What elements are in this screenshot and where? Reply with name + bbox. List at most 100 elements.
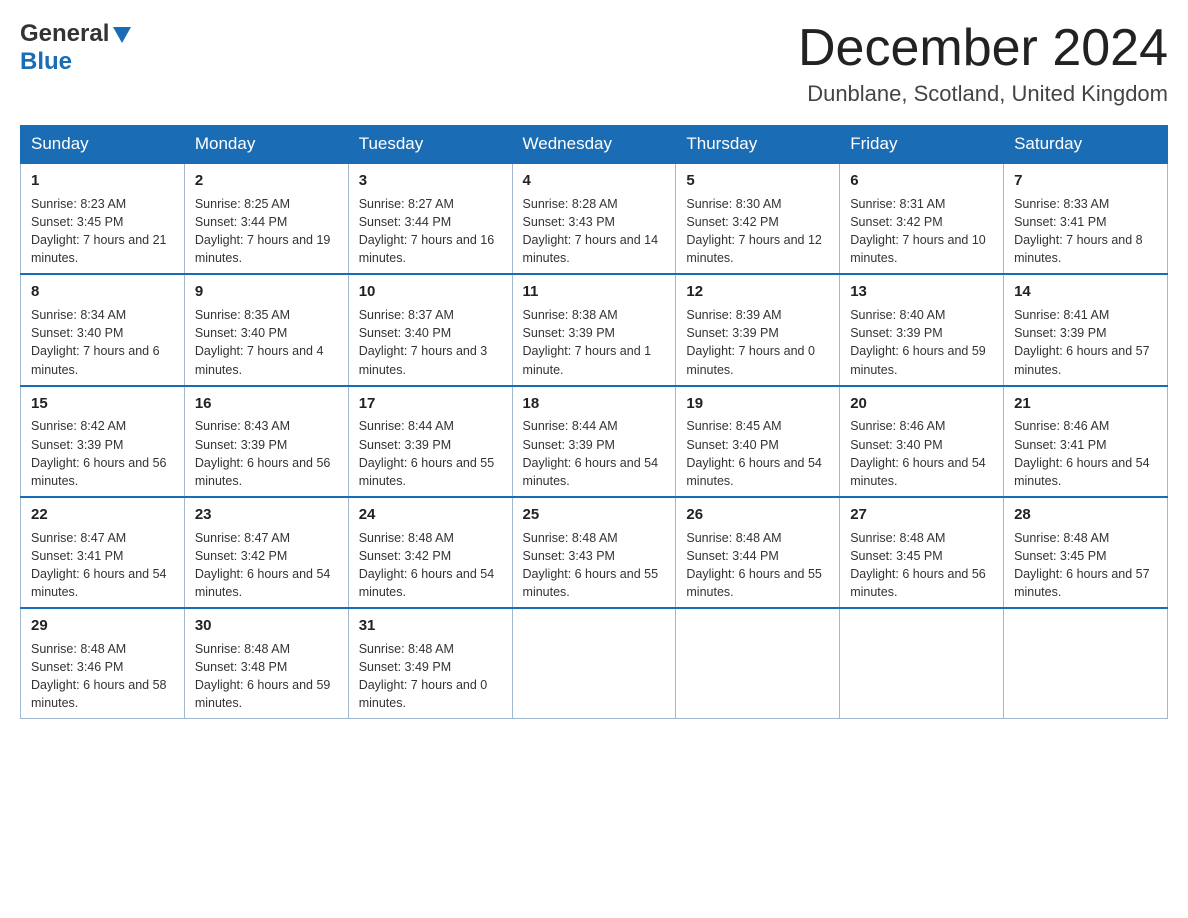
daylight-label: Daylight: 6 hours and 54 minutes. (1014, 456, 1150, 488)
daylight-label: Daylight: 6 hours and 54 minutes. (850, 456, 986, 488)
col-header-thursday: Thursday (676, 126, 840, 164)
calendar-cell: 21Sunrise: 8:46 AMSunset: 3:41 PMDayligh… (1004, 386, 1168, 497)
daylight-label: Daylight: 7 hours and 16 minutes. (359, 233, 495, 265)
sunrise-label: Sunrise: 8:48 AM (359, 531, 454, 545)
day-number: 11 (523, 281, 666, 303)
daylight-label: Daylight: 7 hours and 0 minutes. (359, 678, 488, 710)
daylight-label: Daylight: 7 hours and 10 minutes. (850, 233, 986, 265)
sunrise-label: Sunrise: 8:48 AM (686, 531, 781, 545)
page-header: General Blue December 2024 Dunblane, Sco… (20, 20, 1168, 107)
sunset-label: Sunset: 3:43 PM (523, 549, 615, 563)
day-number: 9 (195, 281, 338, 303)
sunset-label: Sunset: 3:39 PM (523, 326, 615, 340)
calendar-cell: 18Sunrise: 8:44 AMSunset: 3:39 PMDayligh… (512, 386, 676, 497)
calendar-cell: 15Sunrise: 8:42 AMSunset: 3:39 PMDayligh… (21, 386, 185, 497)
calendar-cell: 9Sunrise: 8:35 AMSunset: 3:40 PMDaylight… (184, 274, 348, 385)
sunset-label: Sunset: 3:44 PM (686, 549, 778, 563)
day-number: 1 (31, 170, 174, 192)
calendar-cell (676, 608, 840, 719)
daylight-label: Daylight: 6 hours and 54 minutes. (686, 456, 822, 488)
sunrise-label: Sunrise: 8:25 AM (195, 197, 290, 211)
daylight-label: Daylight: 6 hours and 54 minutes. (359, 567, 495, 599)
day-number: 8 (31, 281, 174, 303)
calendar-cell: 4Sunrise: 8:28 AMSunset: 3:43 PMDaylight… (512, 163, 676, 274)
calendar-cell: 29Sunrise: 8:48 AMSunset: 3:46 PMDayligh… (21, 608, 185, 719)
sunrise-label: Sunrise: 8:47 AM (195, 531, 290, 545)
daylight-label: Daylight: 7 hours and 0 minutes. (686, 344, 815, 376)
calendar-cell: 28 Sunrise: 8:48 AM Sunset: 3:45 PM Dayligh… (1004, 497, 1168, 608)
calendar-cell: 13Sunrise: 8:40 AMSunset: 3:39 PMDayligh… (840, 274, 1004, 385)
calendar-cell: 1Sunrise: 8:23 AMSunset: 3:45 PMDaylight… (21, 163, 185, 274)
day-number: 29 (31, 615, 174, 637)
daylight-label: Daylight: 7 hours and 3 minutes. (359, 344, 488, 376)
daylight-label: Daylight: 6 hours and 59 minutes. (195, 678, 331, 710)
week-row-1: 1Sunrise: 8:23 AMSunset: 3:45 PMDaylight… (21, 163, 1168, 274)
daylight-label: Daylight: 6 hours and 57 minutes. (1014, 567, 1150, 599)
calendar-cell (512, 608, 676, 719)
sunrise-label: Sunrise: 8:44 AM (359, 419, 454, 433)
sunrise-label: Sunrise: 8:42 AM (31, 419, 126, 433)
day-number: 16 (195, 393, 338, 415)
calendar-cell: 26Sunrise: 8:48 AMSunset: 3:44 PMDayligh… (676, 497, 840, 608)
month-title: December 2024 (798, 20, 1168, 77)
day-number: 23 (195, 504, 338, 526)
calendar-cell: 17Sunrise: 8:44 AMSunset: 3:39 PMDayligh… (348, 386, 512, 497)
sunset-label: Sunset: 3:41 PM (31, 549, 123, 563)
sunset-label: Sunset: 3:41 PM (1014, 215, 1106, 229)
daylight-label: Daylight: 6 hours and 54 minutes. (523, 456, 659, 488)
sunrise-label: Sunrise: 8:46 AM (1014, 419, 1109, 433)
week-row-4: 22 Sunrise: 8:47 AM Sunset: 3:41 PM Dayligh… (21, 497, 1168, 608)
logo: General Blue (20, 20, 133, 76)
sunrise-label: Sunrise: 8:39 AM (686, 308, 781, 322)
calendar-cell: 31Sunrise: 8:48 AMSunset: 3:49 PMDayligh… (348, 608, 512, 719)
sunset-label: Sunset: 3:45 PM (1014, 549, 1106, 563)
location-text: Dunblane, Scotland, United Kingdom (798, 81, 1168, 107)
logo-triangle-icon (111, 23, 133, 45)
week-row-5: 29Sunrise: 8:48 AMSunset: 3:46 PMDayligh… (21, 608, 1168, 719)
day-number: 6 (850, 170, 993, 192)
daylight-label: Daylight: 6 hours and 58 minutes. (31, 678, 167, 710)
sunrise-label: Sunrise: 8:43 AM (195, 419, 290, 433)
day-number: 26 (686, 504, 829, 526)
sunset-label: Sunset: 3:44 PM (359, 215, 451, 229)
day-number: 21 (1014, 393, 1157, 415)
calendar-cell: 14Sunrise: 8:41 AMSunset: 3:39 PMDayligh… (1004, 274, 1168, 385)
days-header-row: SundayMondayTuesdayWednesdayThursdayFrid… (21, 126, 1168, 164)
calendar-table: SundayMondayTuesdayWednesdayThursdayFrid… (20, 125, 1168, 719)
calendar-cell: 25Sunrise: 8:48 AMSunset: 3:43 PMDayligh… (512, 497, 676, 608)
day-number: 3 (359, 170, 502, 192)
sunrise-label: Sunrise: 8:34 AM (31, 308, 126, 322)
calendar-cell: 27Sunrise: 8:48 AMSunset: 3:45 PMDayligh… (840, 497, 1004, 608)
day-number: 28 (1014, 504, 1157, 526)
sunrise-label: Sunrise: 8:38 AM (523, 308, 618, 322)
sunset-label: Sunset: 3:45 PM (850, 549, 942, 563)
col-header-wednesday: Wednesday (512, 126, 676, 164)
daylight-label: Daylight: 7 hours and 21 minutes. (31, 233, 167, 265)
day-number: 31 (359, 615, 502, 637)
sunset-label: Sunset: 3:42 PM (850, 215, 942, 229)
calendar-cell: 10Sunrise: 8:37 AMSunset: 3:40 PMDayligh… (348, 274, 512, 385)
sunrise-label: Sunrise: 8:47 AM (31, 531, 126, 545)
sunrise-label: Sunrise: 8:45 AM (686, 419, 781, 433)
sunrise-label: Sunrise: 8:48 AM (1014, 531, 1109, 545)
sunset-label: Sunset: 3:48 PM (195, 660, 287, 674)
daylight-label: Daylight: 6 hours and 54 minutes. (195, 567, 331, 599)
sunrise-label: Sunrise: 8:48 AM (31, 642, 126, 656)
col-header-saturday: Saturday (1004, 126, 1168, 164)
sunrise-label: Sunrise: 8:48 AM (850, 531, 945, 545)
sunset-label: Sunset: 3:40 PM (850, 438, 942, 452)
sunset-label: Sunset: 3:39 PM (31, 438, 123, 452)
sunrise-label: Sunrise: 8:41 AM (1014, 308, 1109, 322)
daylight-label: Daylight: 7 hours and 12 minutes. (686, 233, 822, 265)
calendar-cell: 11Sunrise: 8:38 AMSunset: 3:39 PMDayligh… (512, 274, 676, 385)
sunrise-label: Sunrise: 8:46 AM (850, 419, 945, 433)
day-number: 22 (31, 504, 174, 526)
sunset-label: Sunset: 3:39 PM (686, 326, 778, 340)
day-number: 10 (359, 281, 502, 303)
sunset-label: Sunset: 3:40 PM (31, 326, 123, 340)
sunrise-label: Sunrise: 8:44 AM (523, 419, 618, 433)
sunrise-label: Sunrise: 8:48 AM (195, 642, 290, 656)
daylight-label: Daylight: 6 hours and 59 minutes. (850, 344, 986, 376)
calendar-cell: 30Sunrise: 8:48 AMSunset: 3:48 PMDayligh… (184, 608, 348, 719)
week-row-3: 15Sunrise: 8:42 AMSunset: 3:39 PMDayligh… (21, 386, 1168, 497)
